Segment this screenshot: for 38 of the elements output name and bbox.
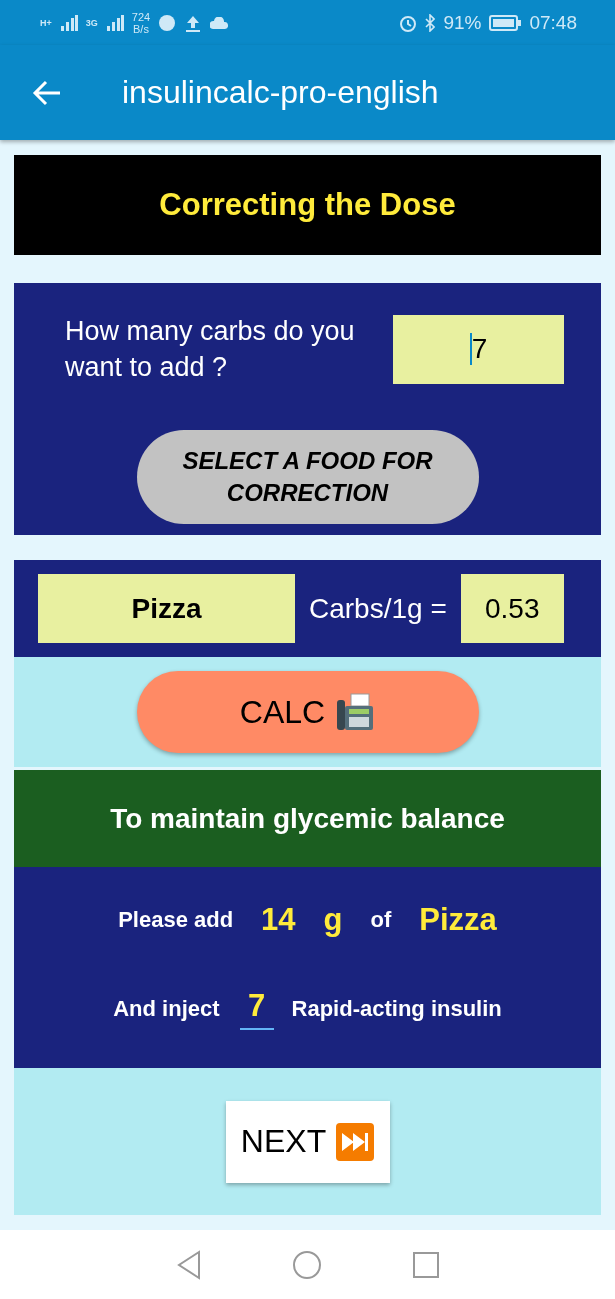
unit-label: g (323, 902, 343, 938)
back-icon[interactable] (175, 1249, 202, 1280)
cloud-icon (210, 16, 229, 29)
battery-icon (489, 14, 522, 31)
carbs-ratio-label: Carbs/1g = (309, 592, 447, 625)
calc-button[interactable]: CALC (136, 671, 479, 753)
result-text: And inject (113, 996, 220, 1022)
home-icon[interactable] (291, 1249, 322, 1280)
carbs-input-field[interactable]: 7 (393, 314, 564, 384)
app-title: insulincalc-pro-english (122, 74, 439, 111)
alarm-icon (399, 13, 418, 32)
network-label: H+ (40, 17, 52, 28)
signal-icon (105, 14, 124, 31)
result-text: Please add (118, 907, 234, 933)
fast-forward-icon (336, 1122, 375, 1161)
result-title: To maintain glycemic balance (14, 770, 601, 867)
result-text: Rapid-acting insulin (291, 996, 502, 1022)
speed-unit: B/s (133, 22, 149, 35)
speed-value: 724 (131, 10, 151, 23)
battery-percent: 91% (443, 11, 482, 34)
bluetooth-icon (425, 13, 436, 32)
next-button[interactable]: NEXT (225, 1100, 390, 1183)
fax-machine-icon (335, 692, 376, 732)
network-label: 3G (85, 17, 98, 28)
recents-icon[interactable] (411, 1250, 440, 1279)
signal-icon (59, 14, 78, 31)
food-label: Pizza (419, 902, 497, 938)
select-food-button[interactable]: SELECT A FOOD FOR CORRECTION (136, 430, 479, 524)
music-app-icon (158, 13, 177, 32)
section-header: Correcting the Dose (14, 155, 601, 255)
food-name-field[interactable]: Pizza (38, 574, 295, 643)
question-label: How many carbs do you want to add ? (65, 315, 356, 384)
carbs-amount: 14 (261, 902, 296, 938)
dose-input-field[interactable]: 7 (239, 988, 274, 1030)
result-text: of (370, 907, 392, 933)
carbs-ratio-field[interactable]: 0.53 (460, 574, 564, 643)
clock-time: 07:48 (529, 11, 577, 34)
back-arrow-icon[interactable] (32, 79, 62, 106)
